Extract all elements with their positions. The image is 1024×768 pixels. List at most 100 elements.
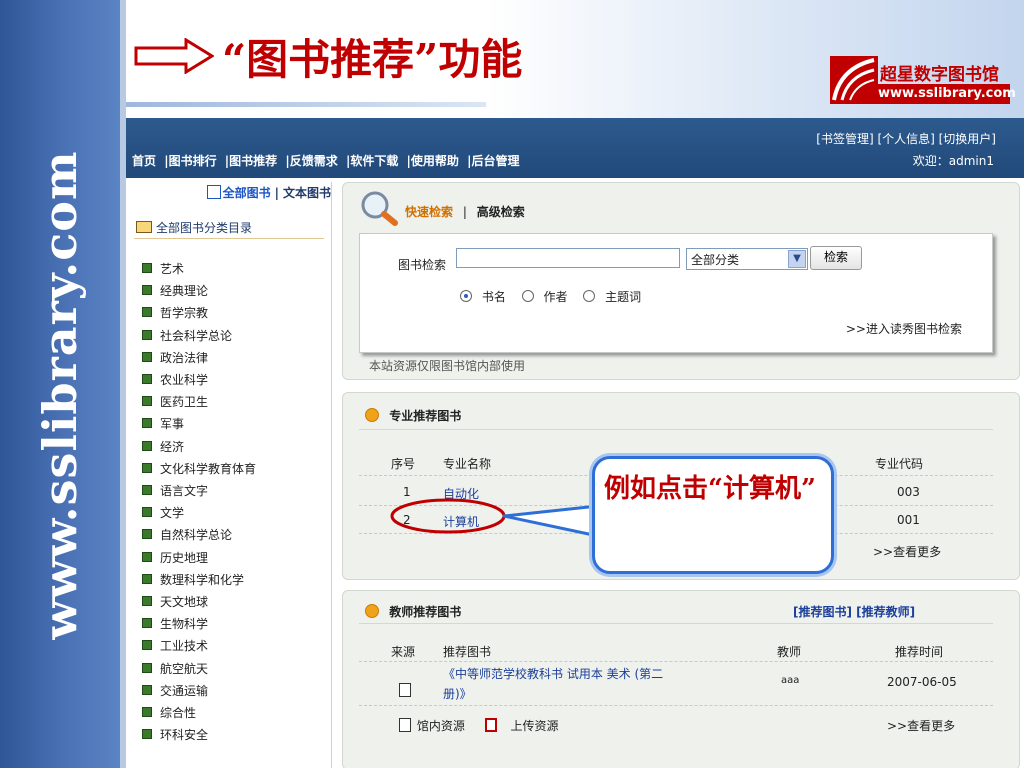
callout-pointer	[390, 498, 600, 538]
radio-author-label: 作者	[543, 290, 568, 304]
bullet-icon	[365, 604, 379, 618]
category-item[interactable]: 自然科学总论	[141, 524, 232, 546]
tab-text-books[interactable]: 文本图书	[283, 186, 331, 200]
category-select-value: 全部分类	[691, 253, 740, 267]
category-item[interactable]: 语言文字	[141, 480, 208, 502]
nav-feedback[interactable]: |反馈需求	[285, 154, 337, 168]
col-time: 推荐时间	[895, 645, 944, 659]
category-item[interactable]: 艺术	[141, 258, 184, 280]
category-item[interactable]: 工业技术	[141, 635, 208, 657]
category-item[interactable]: 经济	[141, 436, 184, 458]
duxiu-link[interactable]: >>进入读秀图书检索	[846, 320, 962, 337]
radio-author[interactable]	[521, 290, 534, 302]
category-item[interactable]: 综合性	[141, 702, 196, 724]
category-item[interactable]: 军事	[141, 413, 184, 435]
notice-text: 本站资源仅限图书馆内部使用	[369, 359, 526, 373]
radio-subject-label: 主题词	[605, 290, 642, 304]
legend-local: 馆内资源	[416, 719, 465, 733]
category-item[interactable]: 交通运输	[141, 680, 208, 702]
local-resource-icon	[399, 718, 411, 732]
col-major-code: 专业代码	[875, 457, 924, 471]
search-button[interactable]: 检索	[810, 246, 862, 270]
divider	[359, 429, 993, 430]
folder-open-icon	[136, 221, 152, 233]
category-item[interactable]: 数理科学和化学	[141, 569, 244, 591]
sidebar-root-label: 全部图书分类目录	[156, 221, 253, 235]
category-sidebar: 全部图书 | 文本图书 全部图书分类目录 艺术 经典理论 哲学宗教 社会科学总论 政治法律农…	[126, 182, 332, 768]
category-item[interactable]: 航空航天	[141, 658, 208, 680]
sidebar-root[interactable]: 全部图书分类目录	[136, 219, 252, 236]
teacher-title: 教师推荐图书	[389, 605, 462, 619]
top-nav: 首页 |图书排行 |图书推荐 |反馈需求 |软件下载 |使用帮助 |后台管理 […	[126, 118, 1024, 178]
nav-admin[interactable]: |后台管理	[467, 154, 519, 168]
tab-quick-search[interactable]: 快速检索	[405, 205, 453, 219]
slide-title: “图书推荐”功能	[222, 35, 523, 84]
category-item[interactable]: 哲学宗教	[141, 302, 208, 324]
divider	[359, 705, 993, 706]
category-item[interactable]: 农业科学	[141, 369, 208, 391]
tab-separator: |	[462, 205, 467, 219]
major-title: 专业推荐图书	[389, 409, 462, 423]
category-item[interactable]: 文化科学教育体育	[141, 458, 256, 480]
category-item[interactable]: 环科安全	[141, 724, 208, 746]
search-box: 图书检索 全部分类 ▼ 检索 书名 作者 主题词 >>进入读秀图书检索	[359, 233, 993, 353]
teacher-links: [推荐图书] [推荐教师]	[793, 603, 915, 620]
search-label: 图书检索	[398, 258, 447, 272]
search-panel: 快速检索 | 高级检索 图书检索 全部分类 ▼ 检索 书名 作者 主题词 >>进…	[342, 182, 1020, 380]
nav-recommend[interactable]: |图书推荐	[225, 154, 277, 168]
nav-download[interactable]: |软件下载	[346, 154, 398, 168]
category-item[interactable]: 政治法律	[141, 347, 208, 369]
book-title-link-line1[interactable]: 《中等师范学校教科书 试用本 美术 (第二	[443, 665, 663, 682]
category-item[interactable]: 历史地理	[141, 547, 208, 569]
col-book: 推荐图书	[443, 645, 492, 659]
category-item[interactable]: 生物科学	[141, 613, 208, 635]
divider	[359, 623, 993, 624]
website-screenshot: 首页 |图书排行 |图书推荐 |反馈需求 |软件下载 |使用帮助 |后台管理 […	[126, 118, 1024, 768]
row-code: 003	[897, 485, 920, 499]
book-title-link-line2[interactable]: 册)》	[443, 685, 472, 702]
tab-advanced-search[interactable]: 高级检索	[477, 205, 525, 219]
watermark: www.sslibrary.com	[33, 150, 87, 640]
radio-subject[interactable]	[583, 290, 596, 302]
nav-links: 首页 |图书排行 |图书推荐 |反馈需求 |软件下载 |使用帮助 |后台管理	[132, 152, 523, 169]
teacher-name: aaa	[781, 675, 800, 686]
title-underline	[126, 102, 486, 107]
legend: 馆内资源 上传资源	[399, 717, 559, 734]
col-source: 来源	[391, 645, 416, 659]
magnifier-icon	[361, 191, 398, 226]
nav-ranking[interactable]: |图书排行	[164, 154, 216, 168]
recommend-teachers-link[interactable]: [推荐教师]	[856, 605, 915, 619]
arrow-right-icon	[134, 38, 214, 74]
chevron-down-icon[interactable]: ▼	[788, 250, 806, 268]
search-input[interactable]	[456, 248, 680, 268]
teacher-more-link[interactable]: >>查看更多	[887, 717, 955, 734]
nav-help[interactable]: |使用帮助	[407, 154, 459, 168]
sidebar-tabs: 全部图书 | 文本图书	[126, 182, 331, 204]
teacher-title-row: 教师推荐图书	[365, 603, 461, 620]
nav-home[interactable]: 首页	[132, 154, 156, 168]
row-code: 001	[897, 513, 920, 527]
local-resource-icon	[399, 683, 411, 697]
upload-resource-icon	[484, 718, 497, 732]
book-icon	[206, 185, 221, 199]
category-item[interactable]: 医药卫生	[141, 391, 208, 413]
major-more-link[interactable]: >>查看更多	[873, 543, 941, 560]
logo-url: www.sslibrary.com	[878, 84, 1016, 104]
recommend-time: 2007-06-05	[887, 675, 957, 689]
category-item[interactable]: 经典理论	[141, 280, 208, 302]
user-links[interactable]: [书签管理] [个人信息] [切换用户]	[816, 130, 996, 147]
category-select[interactable]: 全部分类 ▼	[686, 248, 808, 270]
col-teacher: 教师	[777, 645, 802, 659]
tab-all-books[interactable]: 全部图书	[223, 186, 271, 200]
major-title-row: 专业推荐图书	[365, 407, 461, 424]
callout-text: 例如点击“计算机”	[604, 474, 816, 504]
logo-name: 超星数字图书馆	[880, 65, 999, 85]
recommend-books-link[interactable]: [推荐图书]	[793, 605, 852, 619]
radio-title[interactable]	[460, 290, 472, 302]
radio-title-label: 书名	[481, 290, 506, 304]
welcome-text: 欢迎：admin1	[912, 154, 994, 168]
tab-separator: |	[274, 186, 279, 200]
category-item[interactable]: 社会科学总论	[141, 325, 232, 347]
category-item[interactable]: 天文地球	[141, 591, 208, 613]
category-item[interactable]: 文学	[141, 502, 184, 524]
